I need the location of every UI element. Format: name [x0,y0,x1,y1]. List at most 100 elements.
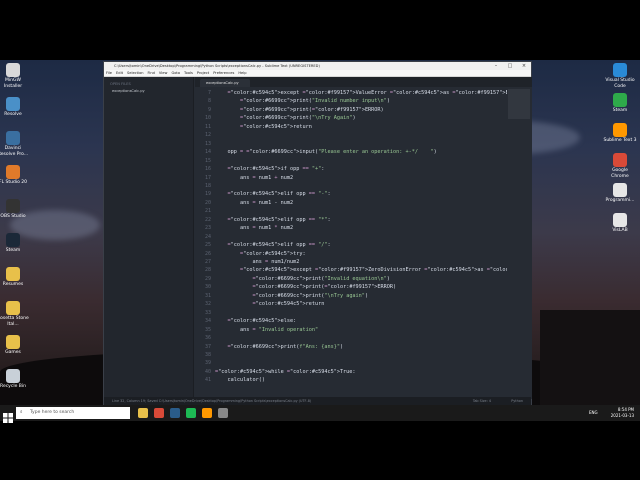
line-number: 39 [204,360,211,367]
menu-item-preferences[interactable]: Preferences [213,71,234,75]
line-number: 33 [204,309,211,316]
code-line[interactable]: calculator() [215,377,265,383]
minimize-icon[interactable]: – [489,62,503,70]
desktop-shortcut[interactable]: Davinci Resolve Pro... [0,131,30,157]
code-line[interactable]: ="color:#6699cc">print(="color:#f99157">… [215,107,384,113]
desktop-shortcut[interactable]: MinGW Installer [0,63,30,89]
desktop-shortcut[interactable]: FL Studio 20 [0,165,30,186]
code-line[interactable]: ="color:#c594c5">except ="color:#f99157"… [215,90,508,96]
spotify-icon[interactable] [186,408,196,418]
desktop-shortcut[interactable]: Games [0,335,30,356]
code-line[interactable]: ="color:#6699cc">print("\nTry again") [215,293,368,299]
menu-bar: File Edit Selection Find View Goto Tools Projec… [104,70,531,77]
sidebar-file-item[interactable]: exceptionsCalc.py [104,86,193,93]
file-icon [613,183,627,197]
code-line[interactable]: ="color:#c594c5">if opp == "+": [215,166,325,172]
desktop-shortcut[interactable]: Resolve [0,97,30,118]
code-line[interactable]: ="color:#6699cc">print(f"Ans: {ans}") [215,344,344,350]
clock-date: 2021-03-13 [610,412,634,418]
menu-item-tools[interactable]: Tools [184,71,193,75]
desktop-shortcut-label: Programmi... [605,198,635,203]
code-line[interactable]: ans = num1/num2 [215,259,299,265]
code-line[interactable]: ="color:#c594c5">elif opp == "-": [215,191,331,197]
desktop-shortcut[interactable]: Sublime Text 3 [603,123,637,144]
code-line[interactable]: ans = num1 + num2 [215,175,293,181]
settings-icon[interactable] [218,408,228,418]
windows-start-icon[interactable] [3,408,13,423]
clock[interactable]: 8:54 PM 2021-03-13 [611,407,634,418]
tab-size-indicator[interactable]: Tab Size: 4 [473,397,491,405]
line-number: 16 [204,166,211,173]
desktop-shortcut-label: Rosetta Stone Ital... [0,316,29,327]
desktop-shortcut[interactable]: Steam [0,233,30,254]
desktop-shortcut-label: FL Studio 20 [0,180,27,185]
code-line[interactable]: ="color:#c594c5">except ="color:#f99157"… [215,267,507,273]
menu-item-help[interactable]: Help [238,71,246,75]
minimap-viewport[interactable] [508,89,530,119]
desktop-shortcut[interactable]: OBS Studio [0,199,30,220]
desktop-shortcut[interactable]: Programmi... [603,183,637,204]
desktop-shortcut[interactable]: Recycle Bin [0,369,30,390]
maximize-icon[interactable]: □ [503,62,517,70]
resolve-pro-icon [6,131,20,145]
code-line[interactable]: ="color:#c594c5">else: [215,318,297,324]
menu-item-view[interactable]: View [159,71,168,75]
code-line[interactable]: ans = num1 - num2 [215,200,293,206]
line-number: 22 [204,216,211,223]
status-text: Line 32, Column 19; Saved C:\Users\tomin… [112,399,312,403]
code-line[interactable]: ="color:#c594c5">elif opp == "/": [215,242,331,248]
file-explorer-icon[interactable] [138,408,148,418]
menu-item-goto[interactable]: Goto [171,71,180,75]
line-number: 19 [204,191,211,198]
desktop-shortcut[interactable]: Resumes [0,267,30,288]
line-number: 18 [204,182,211,189]
line-number: 14 [204,149,211,156]
syntax-indicator[interactable]: Python [511,397,523,405]
desktop-shortcut[interactable]: Rosetta Stone Ital... [0,301,30,327]
desktop-shortcut[interactable]: VisLAB [603,213,637,234]
line-number: 21 [204,208,211,215]
code-editor[interactable]: 7 8 9 10 11 12 13 14 15 16 17 18 19 20 21 22 23 24 25 26 27 2… [195,87,507,399]
sublime-icon[interactable] [202,408,212,418]
line-number: 25 [204,242,211,249]
desktop-shortcut-label: Resolve [4,112,22,117]
code-line[interactable]: ="color:#6699cc">print("\nTry Again") [215,115,356,121]
desktop-shortcut-label: Steam [5,248,21,253]
menu-item-selection[interactable]: Selection [127,71,144,75]
code-line[interactable]: ="color:#c594c5">return [215,124,312,130]
code-line[interactable]: ="color:#c594c5">return [215,301,324,307]
chrome-icon[interactable] [154,408,164,418]
code-line[interactable]: ="color:#c594c5">while ="color:#c594c5">… [215,369,356,375]
mingw-icon [6,63,20,77]
code-line[interactable]: ans = "Invalid operation" [215,327,318,333]
taskbar: ⌕ Type here to search ENG 8:54 PM 2021-0… [0,405,640,423]
line-number: 30 [204,284,211,291]
title-bar[interactable]: C:\Users\tomin\OneDrive\Desktop\Programm… [104,62,531,70]
code-line[interactable]: ="color:#c594c5">try: [215,251,306,257]
code-line[interactable]: ="color:#6699cc">print("Invalid equation… [215,276,389,282]
menu-item-project[interactable]: Project [197,71,209,75]
code-line[interactable]: ="color:#6699cc">print(="color:#f99157">… [215,284,396,290]
folder-icon [6,267,20,281]
desktop-shortcut-label: Google Chrome [611,168,629,179]
code-line[interactable]: opp = ="color:#6699cc">input("Please ent… [215,149,436,155]
close-icon[interactable]: × [517,62,531,70]
taskbar-search-input[interactable]: ⌕ Type here to search [16,407,130,419]
desktop-shortcut[interactable]: Google Chrome [603,153,637,179]
desktop-shortcut[interactable]: Steam [603,93,637,114]
menu-item-file[interactable]: File [106,71,112,75]
desktop-shortcut[interactable]: Visual Studio Code [603,63,637,89]
code-line[interactable]: ="color:#c594c5">elif opp == "*": [215,217,331,223]
menu-item-find[interactable]: Find [148,71,155,75]
line-number: 11 [204,123,211,130]
desktop-shortcut-label: Sublime Text 3 [603,138,637,143]
language-indicator[interactable]: ENG [589,410,598,415]
tab-exceptionscalc[interactable]: exceptionsCalc.py [200,79,250,87]
desktop-shortcut-label: Games [5,350,21,355]
line-number: 26 [204,250,211,257]
code-line[interactable]: ="color:#6699cc">print("Invalid number i… [215,98,390,104]
code-line[interactable]: ans = num1 * num2 [215,225,293,231]
minimap[interactable] [507,87,532,399]
steam-icon[interactable] [170,408,180,418]
menu-item-edit[interactable]: Edit [116,71,123,75]
